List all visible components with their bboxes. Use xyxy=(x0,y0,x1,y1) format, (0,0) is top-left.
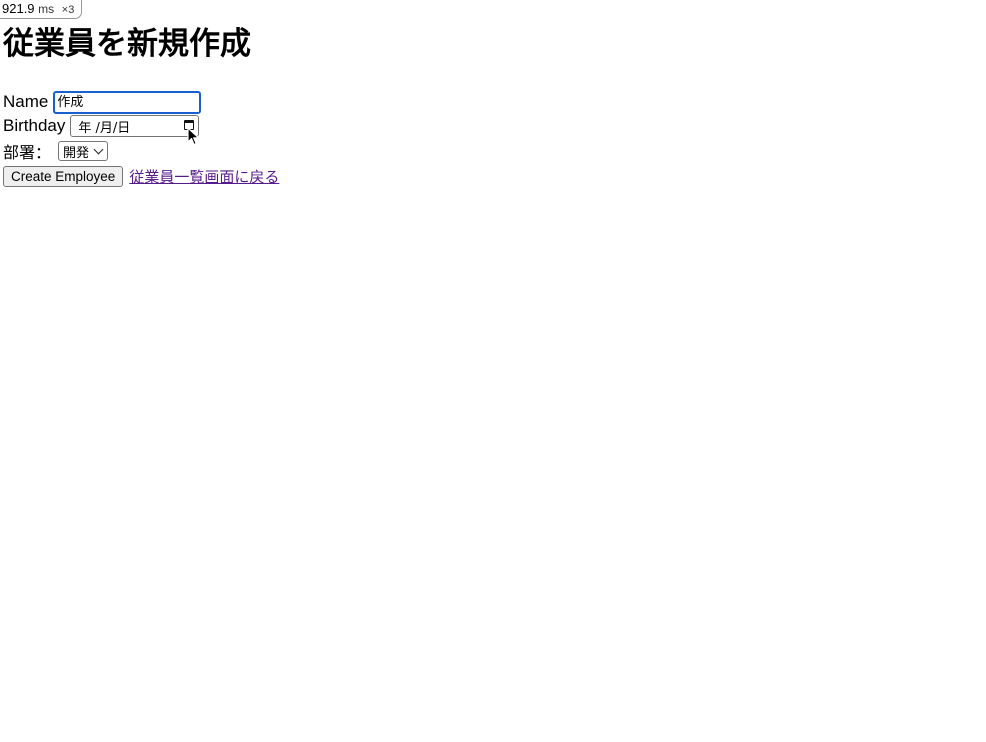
mouse-pointer-icon xyxy=(187,127,200,146)
actions-row: Create Employee 従業員一覧画面に戻る xyxy=(3,164,279,188)
birthday-date-input[interactable]: 年 /月/日 xyxy=(70,115,200,137)
name-input[interactable] xyxy=(53,90,202,114)
back-to-list-link[interactable]: 従業員一覧画面に戻る xyxy=(129,166,279,187)
chevron-down-icon xyxy=(93,144,104,155)
page-title: 従業員を新規作成 xyxy=(3,26,251,62)
department-selected-value: 開発 xyxy=(63,145,90,161)
perf-value: 921.9 xyxy=(2,1,35,16)
date-placeholder: 年 /月/日 xyxy=(78,120,131,136)
page: 921.9 ms ×3 従業員を新規作成 Name Birthday 年 /月/… xyxy=(0,0,986,742)
name-row: Name xyxy=(3,90,202,114)
perf-badge: 921.9 ms ×3 xyxy=(0,0,83,19)
birthday-label: Birthday xyxy=(3,116,66,135)
department-label: 部署： xyxy=(3,143,52,162)
department-row: 部署： 開発 xyxy=(3,139,109,163)
department-select[interactable]: 開発 xyxy=(58,141,109,161)
birthday-row: Birthday 年 /月/日 xyxy=(3,113,200,139)
create-employee-button[interactable]: Create Employee xyxy=(3,165,124,187)
perf-multiplier: ×3 xyxy=(61,4,75,16)
perf-unit: ms xyxy=(38,2,55,16)
name-label: Name xyxy=(3,92,49,111)
